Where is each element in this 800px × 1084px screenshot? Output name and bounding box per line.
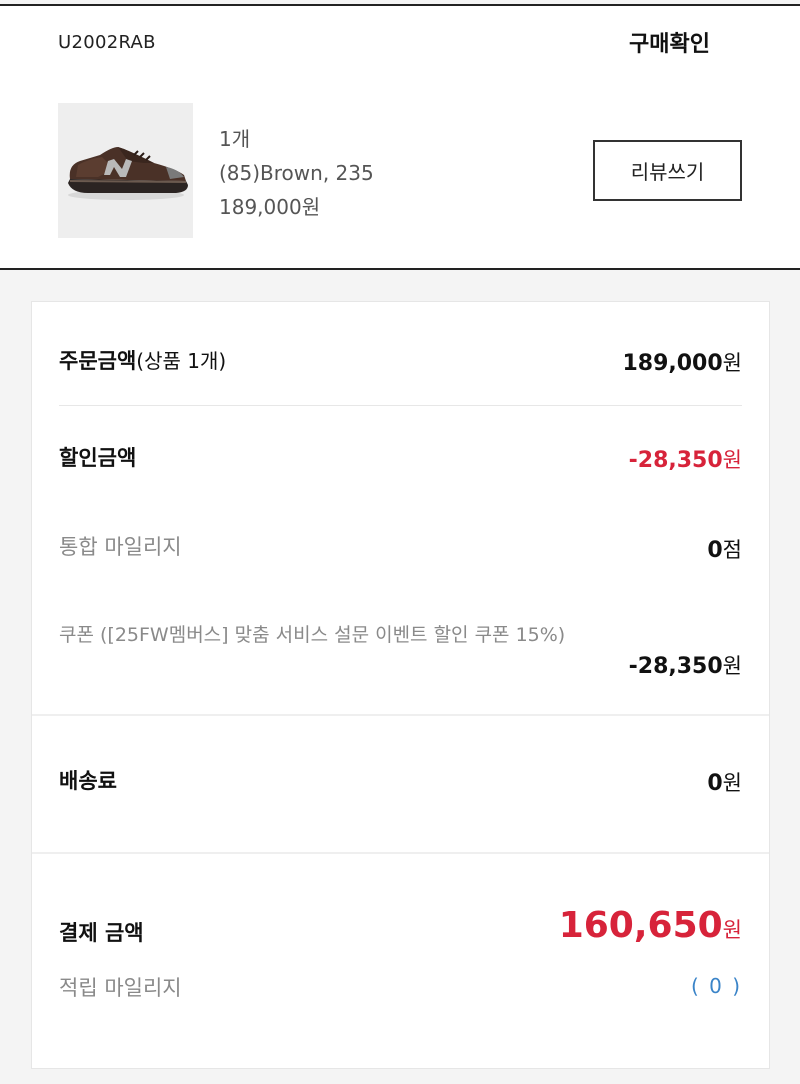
discount-label: 할인금액 (59, 446, 137, 470)
earned-mileage-value[interactable]: ( 0 ) (691, 974, 742, 998)
payment-summary: 주문금액(상품 1개) 189,000원 할인금액 -28,350원 통합 마일… (31, 301, 770, 1069)
earned-mileage-row: 적립 마일리지 ( 0 ) (59, 972, 742, 1002)
shipping-value: 0원 (707, 767, 742, 797)
total-row: 결제 금액 160,650원 (59, 905, 742, 951)
total-label: 결제 금액 (59, 921, 144, 945)
order-amount-unit: 원 (722, 351, 742, 375)
mileage-value: 0점 (707, 534, 742, 564)
section-divider (0, 268, 800, 270)
total-value: 160,650원 (559, 905, 742, 946)
product-thumbnail[interactable] (58, 103, 193, 238)
shipping-number: 0 (707, 771, 723, 796)
total-unit: 원 (722, 918, 742, 942)
earned-mileage-label: 적립 마일리지 (59, 976, 182, 1000)
product-code: U2002RAB (58, 32, 156, 53)
summary-divider (59, 405, 742, 406)
sneaker-image (58, 103, 193, 238)
discount-unit: 원 (722, 448, 742, 472)
mileage-number: 0 (707, 538, 723, 563)
order-amount-label: 주문금액 (59, 349, 137, 373)
discount-row: 할인금액 -28,350원 (59, 442, 742, 474)
mileage-label: 통합 마일리지 (59, 535, 182, 559)
shipping-row: 배송료 0원 (59, 765, 742, 797)
purchase-confirm-button[interactable]: 구매확인 (629, 26, 710, 58)
order-amount-value: 189,000원 (622, 347, 742, 377)
order-header: U2002RAB 구매확인 (0, 6, 800, 74)
product-item: 1개 (85)Brown, 235 189,000원 리뷰쓰기 (0, 74, 800, 268)
order-amount-row: 주문금액(상품 1개) 189,000원 (59, 345, 742, 377)
coupon-unit: 원 (722, 654, 742, 678)
product-info: 1개 (85)Brown, 235 189,000원 (219, 122, 374, 224)
shipping-label: 배송료 (59, 769, 117, 793)
coupon-row: 쿠폰 ([25FW멤버스] 맞춤 서비스 설문 이벤트 할인 쿠폰 15%) -… (59, 620, 742, 680)
coupon-label: 쿠폰 ([25FW멤버스] 맞춤 서비스 설문 이벤트 할인 쿠폰 15%) (59, 624, 566, 646)
discount-number: -28,350 (628, 448, 723, 473)
coupon-number: -28,350 (628, 654, 723, 679)
total-number: 160,650 (558, 905, 723, 946)
product-price: 189,000원 (219, 195, 321, 219)
section-separator (32, 714, 769, 716)
order-amount-number: 189,000 (622, 351, 723, 376)
product-quantity: 1개 (219, 127, 251, 151)
shipping-unit: 원 (722, 771, 742, 795)
discount-value: -28,350원 (629, 444, 742, 474)
section-separator (32, 852, 769, 854)
mileage-unit: 점 (722, 538, 742, 562)
product-option: (85)Brown, 235 (219, 161, 374, 185)
write-review-button[interactable]: 리뷰쓰기 (593, 140, 742, 201)
mileage-row: 통합 마일리지 0점 (59, 531, 742, 564)
coupon-value: -28,350원 (629, 650, 742, 680)
order-amount-sub: (상품 1개) (136, 349, 227, 373)
